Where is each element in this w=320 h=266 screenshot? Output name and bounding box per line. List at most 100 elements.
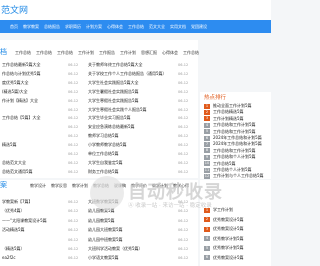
list-item-date: 06-12 <box>178 237 189 242</box>
list-item-title[interactable] <box>2 237 64 244</box>
list-item-title[interactable]: 总结范文通用5篇 <box>2 169 64 176</box>
list-item-title[interactable]: （优秀4篇） <box>2 208 64 215</box>
hot-item[interactable]: 2 优秀教案设计5篇 <box>204 216 244 224</box>
section-tab[interactable]: 工作计划 <box>78 50 94 56</box>
list-item-date: 06-12 <box>178 143 189 148</box>
list-item-title[interactable]: 大学生社会实践报告5篇大全 <box>88 80 168 87</box>
list-item-title[interactable]: (精选5篇)大全 <box>2 89 64 96</box>
list-item-title[interactable] <box>2 133 64 140</box>
nav-item[interactable]: 计划方案 <box>86 24 102 30</box>
hot-item[interactable]: 6 优秀教案设计5篇 <box>204 254 244 262</box>
section-tab[interactable]: 工作总结 <box>183 50 199 56</box>
nav-item[interactable]: 求职简历 <box>65 24 81 30</box>
list-item-title[interactable]: ea2f2c <box>2 255 64 262</box>
watermark-logo-icon <box>90 176 124 210</box>
list-item-title[interactable]: 作总结与计划优秀5篇 <box>2 71 64 78</box>
list-item-title[interactable]: 大学生暑假社会实践报告5篇 <box>88 89 168 96</box>
list-item-title[interactable] <box>2 151 64 158</box>
list-item-title[interactable]: 财务工作总结5篇 <box>88 169 168 176</box>
list-item-title[interactable]: 大学生寒假社会实践报告5篇 <box>88 98 168 105</box>
section-tab[interactable]: 工作计划 <box>120 50 136 56</box>
list-item-title[interactable]: 精选5篇 <box>2 142 64 149</box>
hot-item[interactable]: 4 优秀教学计划5篇 <box>204 235 244 243</box>
list-item-date: 06-12 <box>68 63 79 67</box>
nav-item[interactable]: 教学教案 <box>23 24 39 30</box>
list-item-title[interactable]: 关于学校工作个人工作总结报告（通用5篇） <box>88 71 168 78</box>
list-item-date: 06-12 <box>68 247 79 251</box>
list-item-date: 06-12 <box>68 134 79 139</box>
list-item-title[interactable]: 作计划【精选】大全 <box>2 98 64 105</box>
list-item-date: 06-12 <box>178 80 189 85</box>
hot-item-title: 优秀教案设计5篇 <box>213 226 244 231</box>
list-item-title[interactable]: 工作总结最新5篇大全 <box>2 62 64 69</box>
rank-badge: 4 <box>204 236 210 241</box>
list-item-title[interactable]: 大班科学活动教案（优秀5篇） <box>88 246 168 253</box>
list-item-date: 06-12 <box>178 71 189 76</box>
nav-item[interactable]: 工作总结 <box>128 24 144 30</box>
section-tab[interactable]: 教学反思 <box>51 183 67 189</box>
list-item-title[interactable]: 小学教师教学总结5篇 <box>88 142 168 149</box>
list-item-title[interactable]: 幼儿园教案5篇 <box>88 218 168 225</box>
nav-item[interactable]: 范文大全 <box>149 24 165 30</box>
list-item-title[interactable]: 幼儿园大班教案5篇 <box>88 227 168 234</box>
nav-item[interactable]: 党团建设 <box>191 24 207 30</box>
site-logo[interactable]: 范文网 <box>1 3 28 16</box>
list-item-date: 06-12 <box>68 209 79 214</box>
list-item-date: 06-12 <box>178 218 189 223</box>
list-item-title[interactable]: 关于教师年终工作总结5篇大全 <box>88 62 168 69</box>
list-item-date: 06-12 <box>68 98 79 103</box>
hot-item[interactable]: 5 优秀教学计划5篇 <box>204 244 244 252</box>
list-item-date: 06-12 <box>68 169 79 174</box>
list-item-date: 06-12 <box>178 228 189 233</box>
nav-item[interactable]: 总结报告 <box>44 24 60 30</box>
list-item-date: 06-12 <box>68 228 79 233</box>
list-item-title[interactable]: 总结范文大全 <box>2 160 64 167</box>
list-item-date: 06-12 <box>178 160 189 165</box>
section-tab[interactable]: 工作总结 <box>57 50 73 56</box>
section-title-2: 案 <box>0 181 7 189</box>
list-item-title[interactable]: （精选5篇） <box>2 246 64 253</box>
list-item-title[interactable]: 幼儿园中班教案5篇 <box>88 237 168 244</box>
list-item-title[interactable]: 活动精选5篇 <box>2 227 64 234</box>
hot-item-title: 优秀教学计划5篇 <box>213 245 244 250</box>
list-item-title[interactable]: 大学生毕业实习报告5篇 <box>88 115 168 122</box>
list-item-title[interactable]: 工作总结【5篇】大全 <box>2 115 64 122</box>
section-tab[interactable]: 思想汇报 <box>141 50 157 56</box>
section-tab[interactable]: 工作总结 <box>36 50 52 56</box>
list-item-title[interactable]: ——“太阳课教案设计5篇 <box>2 218 64 225</box>
section-tab[interactable]: 工作总结 <box>15 50 31 56</box>
list-item-title[interactable]: 大学生自我鉴定5篇 <box>88 160 168 167</box>
list-item-title[interactable] <box>2 124 64 131</box>
rank-badge: 2 <box>204 217 210 222</box>
section-tab[interactable]: 教学设计 <box>30 183 46 189</box>
section-tabs-1: 工作总结 工作总结 工作总结 工作计划 工作报告 工作计划 思想汇报 心得体会 工作总结 <box>15 50 204 56</box>
list-item-title[interactable]: 小学语文教案5篇 <box>88 255 168 262</box>
hot-item-title: 优秀教案设计5篇 <box>213 216 244 222</box>
hot-item-title: 优秀教学计划5篇 <box>213 235 244 241</box>
list-item-date: 06-12 <box>68 116 79 121</box>
list-item-title[interactable]: 度优秀5篇大全 <box>2 80 64 87</box>
list-item-date: 06-12 <box>178 63 189 67</box>
nav-item[interactable]: 心得体会 <box>107 24 123 30</box>
section-tab[interactable]: 心得体会 <box>162 50 178 56</box>
watermark: 自动秒收录 Ⓐ 收录一站 · 来访一站 · 稳定收录 <box>90 176 225 212</box>
list-item-date: 06-12 <box>178 247 189 251</box>
list-item-title[interactable]: 教师学习总结5篇 <box>88 133 168 140</box>
list-item-date: 06-12 <box>178 116 189 121</box>
rank-badge: 3 <box>204 226 210 232</box>
list-item-date: 06-12 <box>178 169 189 174</box>
watermark-subtitle: Ⓐ 收录一站 · 来访一站 · 稳定收录 <box>128 203 212 209</box>
nav-item[interactable]: 实用文档 <box>170 24 186 30</box>
list-item-title[interactable] <box>2 107 64 114</box>
list-item-title[interactable]: 大学生寒假社会实践个人报告5篇 <box>88 107 168 114</box>
hot-item[interactable]: 3 优秀教案设计5篇 <box>204 225 244 233</box>
nav-item[interactable]: 首页 <box>10 24 18 30</box>
list-item-date: 06-12 <box>68 237 79 242</box>
list-item-title[interactable]: 学教案新【7篇】 <box>2 199 64 206</box>
list-item-title[interactable]: 安全应急演练总结最新5篇 <box>88 124 168 131</box>
list-item-date: 06-12 <box>68 218 79 223</box>
list-item-title[interactable]: 单位工作总结5篇 <box>88 151 168 158</box>
rank-badge: 6 <box>204 255 210 260</box>
section-tab[interactable]: 教学计划 <box>72 183 88 189</box>
section-tab[interactable]: 工作报告 <box>99 50 115 56</box>
